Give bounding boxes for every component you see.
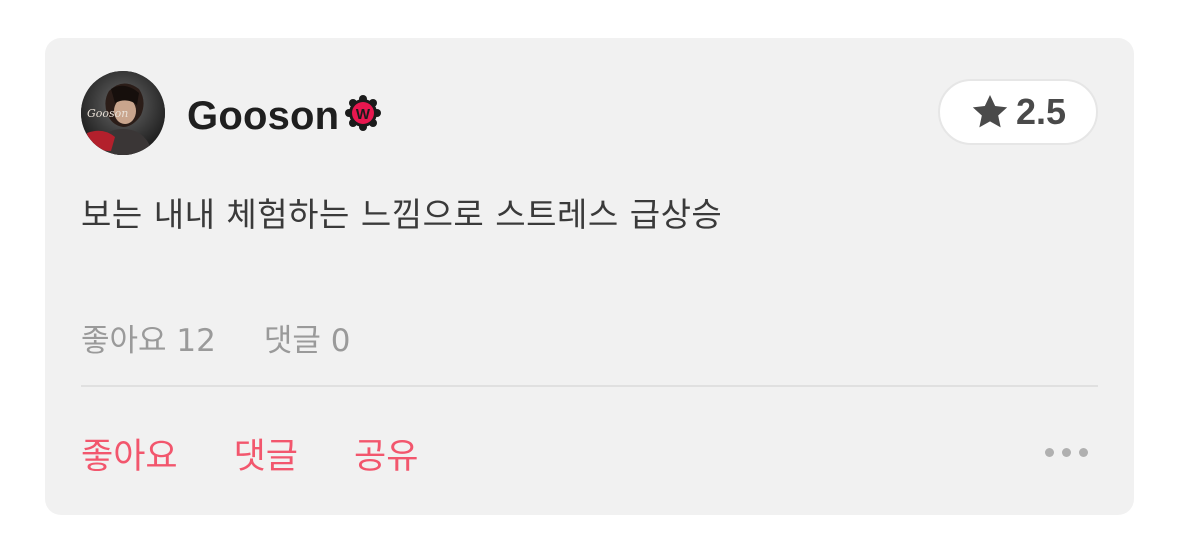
more-dot <box>1079 448 1088 457</box>
more-dot <box>1062 448 1071 457</box>
review-card: Gooson Gooson W 2.5 보는 내내 체험하는 느낌으로 스트레스… <box>45 38 1134 515</box>
like-button[interactable]: 좋아요 <box>81 428 178 479</box>
more-horizontal-icon[interactable] <box>1041 444 1092 461</box>
review-header: Gooson Gooson W 2.5 <box>81 71 1098 157</box>
more-dot <box>1045 448 1054 457</box>
comment-count[interactable]: 댓글 0 <box>264 315 351 360</box>
rating-badge: 2.5 <box>938 79 1098 145</box>
author-block: Gooson W <box>187 93 382 139</box>
rating-value: 2.5 <box>1015 91 1067 132</box>
star-icon <box>972 95 1008 128</box>
like-count[interactable]: 좋아요 12 <box>81 315 216 360</box>
divider <box>81 385 1098 387</box>
comment-button[interactable]: 댓글 <box>234 428 298 479</box>
avatar-caption: Gooson <box>87 107 128 120</box>
share-button[interactable]: 공유 <box>354 428 418 479</box>
avatar[interactable]: Gooson <box>81 71 165 155</box>
review-text[interactable]: 보는 내내 체험하는 느낌으로 스트레스 급상승 <box>81 188 722 236</box>
verified-badge-icon: W <box>345 95 382 131</box>
badge-letter: W <box>356 106 371 123</box>
avatar-image: Gooson <box>81 71 165 155</box>
review-stats: 좋아요 12 댓글 0 <box>81 315 351 360</box>
author-name[interactable]: Gooson <box>187 94 339 139</box>
action-bar: 좋아요 댓글 공유 <box>81 428 418 479</box>
